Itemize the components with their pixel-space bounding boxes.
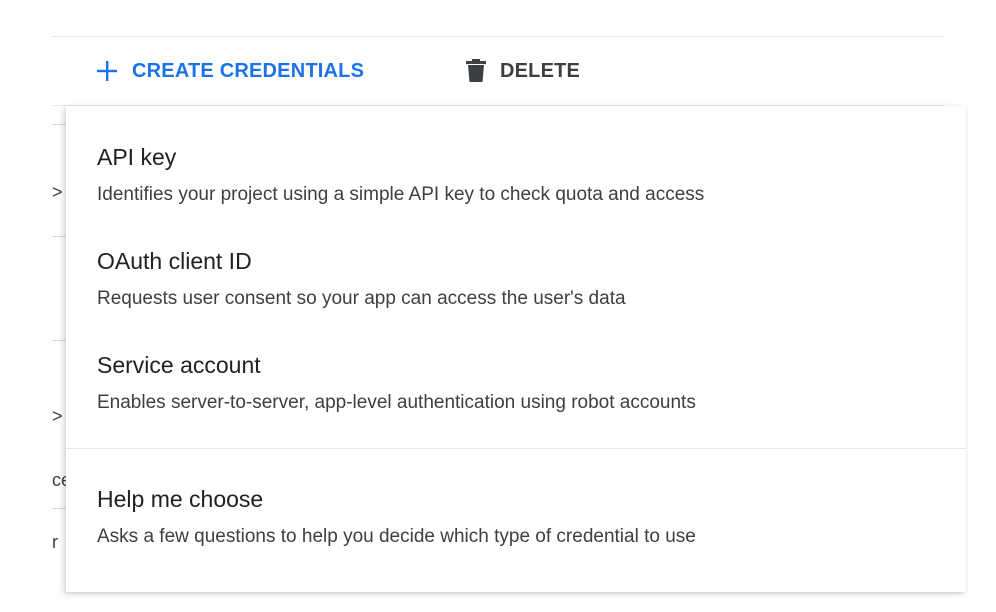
delete-button[interactable]: DELETE: [466, 37, 580, 105]
menu-item-title: API key: [97, 144, 177, 170]
menu-item-description: Requests user consent so your app can ac…: [97, 288, 626, 309]
menu-item-title: Help me choose: [97, 486, 264, 512]
menu-item-help-me-choose[interactable]: Help me choose Asks a few questions to h…: [66, 486, 966, 556]
create-credentials-button[interactable]: CREATE CREDENTIALS: [96, 37, 364, 105]
menu-item-oauth-client-id[interactable]: OAuth client ID Requests user consent so…: [66, 248, 966, 318]
menu-item-description: Identifies your project using a simple A…: [97, 184, 705, 205]
menu-item-description: Enables server-to-server, app-level auth…: [97, 392, 696, 413]
menu-item-title: Service account: [97, 352, 261, 378]
menu-item-title: OAuth client ID: [97, 248, 252, 274]
trash-icon: [466, 59, 486, 83]
background-text: >: [52, 182, 63, 202]
menu-item-api-key[interactable]: API key Identifies your project using a …: [66, 144, 966, 214]
background-text: >: [52, 406, 63, 426]
plus-icon: [96, 60, 118, 82]
credentials-toolbar: CREATE CREDENTIALS DELETE: [52, 36, 944, 106]
menu-item-service-account[interactable]: Service account Enables server-to-server…: [66, 352, 966, 422]
create-credentials-label: CREATE CREDENTIALS: [132, 59, 365, 82]
delete-label: DELETE: [500, 59, 581, 82]
menu-item-description: Asks a few questions to help you decide …: [97, 526, 696, 547]
menu-divider: [66, 448, 966, 449]
background-text: r: [52, 532, 58, 552]
create-credentials-menu: API key Identifies your project using a …: [66, 106, 966, 592]
